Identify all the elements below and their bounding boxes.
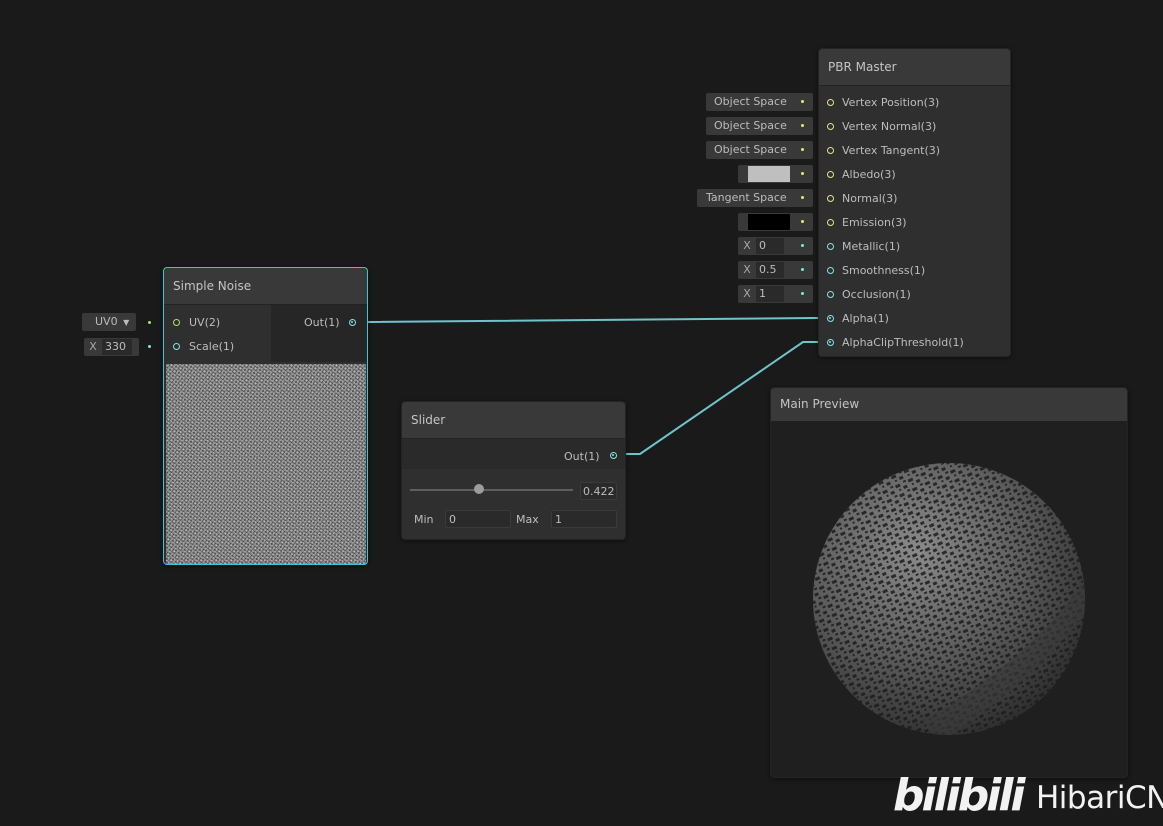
axis-label: X bbox=[743, 263, 751, 276]
slider-node[interactable]: Slider Out(1) 0.422 Min 0 Max 1 bbox=[401, 401, 626, 540]
uv-connector-dot bbox=[148, 321, 151, 324]
vertex-normal-space-field[interactable]: Object Space bbox=[706, 117, 813, 135]
scale-value-field[interactable]: X 330 bbox=[84, 338, 139, 356]
occlusion-connector-dot bbox=[801, 292, 804, 295]
metallic-connector-dot bbox=[801, 244, 804, 247]
min-label: Min bbox=[414, 513, 434, 526]
preview-viewport[interactable] bbox=[771, 421, 1127, 777]
smoothness-port[interactable] bbox=[827, 267, 834, 274]
smoothness-connector-dot bbox=[801, 268, 804, 271]
wire-noise-to-alpha bbox=[356, 317, 830, 323]
occlusion-label: Occlusion(1) bbox=[842, 288, 911, 301]
max-value: 1 bbox=[555, 513, 562, 526]
occlusion-value[interactable]: 1 bbox=[756, 286, 784, 302]
normal-port[interactable] bbox=[827, 195, 834, 202]
normal-space-field[interactable]: Tangent Space bbox=[697, 189, 813, 207]
bilibili-logo: bilibili bbox=[893, 770, 1025, 821]
uv-port[interactable] bbox=[173, 319, 180, 326]
vertex-tangent-space-field[interactable]: Object Space bbox=[706, 141, 813, 159]
vertex-tangent-port[interactable] bbox=[827, 147, 834, 154]
max-value-field[interactable]: 1 bbox=[551, 510, 617, 528]
smoothness-value[interactable]: 0.5 bbox=[756, 262, 784, 278]
uv-label: UV(2) bbox=[189, 316, 221, 329]
input-section bbox=[164, 305, 270, 362]
axis-label: X bbox=[743, 239, 751, 252]
noise-preview-image bbox=[166, 364, 366, 564]
scale-port[interactable] bbox=[173, 343, 180, 350]
emission-color-swatch[interactable] bbox=[748, 214, 790, 230]
pbr-master-title: PBR Master bbox=[819, 49, 1010, 86]
max-label: Max bbox=[516, 513, 539, 526]
axis-label: X bbox=[89, 340, 97, 353]
uv-channel-dropdown[interactable]: UV0 ▼ bbox=[82, 313, 136, 331]
alpha-port[interactable] bbox=[827, 315, 834, 322]
vertex-normal-connector-dot bbox=[801, 124, 804, 127]
slider-track[interactable] bbox=[410, 489, 573, 491]
simple-noise-node[interactable]: Simple Noise UV(2) Scale(1) Out(1) bbox=[163, 267, 368, 565]
simple-noise-title: Simple Noise bbox=[164, 268, 367, 305]
watermark: bilibili HibariCN bbox=[893, 770, 1163, 821]
min-value: 0 bbox=[449, 513, 456, 526]
vertex-position-port[interactable] bbox=[827, 99, 834, 106]
dropdown-arrow-icon: ▼ bbox=[123, 318, 130, 327]
vertex-normal-port[interactable] bbox=[827, 123, 834, 130]
alpha-clip-threshold-label: AlphaClipThreshold(1) bbox=[842, 336, 964, 349]
pbr-master-node[interactable]: PBR Master Vertex Position(3) Vertex Nor… bbox=[818, 48, 1011, 357]
axis-label: X bbox=[743, 287, 751, 300]
albedo-connector-dot bbox=[801, 172, 804, 175]
vertex-normal-label: Vertex Normal(3) bbox=[842, 120, 937, 133]
albedo-color-swatch[interactable] bbox=[748, 166, 790, 182]
noise-output-port[interactable] bbox=[349, 319, 356, 326]
alpha-label: Alpha(1) bbox=[842, 312, 889, 325]
slider-value: 0.422 bbox=[583, 485, 615, 498]
slider-output-label: Out(1) bbox=[564, 450, 600, 463]
emission-connector-dot bbox=[801, 220, 804, 223]
slider-title: Slider bbox=[402, 402, 625, 439]
emission-port[interactable] bbox=[827, 219, 834, 226]
vertex-position-connector-dot bbox=[801, 100, 804, 103]
emission-label: Emission(3) bbox=[842, 216, 907, 229]
vertex-tangent-label: Vertex Tangent(3) bbox=[842, 144, 941, 157]
noise-output-label: Out(1) bbox=[304, 316, 340, 329]
albedo-port[interactable] bbox=[827, 171, 834, 178]
scale-connector-dot bbox=[148, 345, 151, 348]
slider-value-field[interactable]: 0.422 bbox=[580, 482, 617, 500]
metallic-port[interactable] bbox=[827, 243, 834, 250]
slider-thumb[interactable] bbox=[473, 484, 484, 494]
vertex-position-space-field[interactable]: Object Space bbox=[706, 93, 813, 111]
albedo-label: Albedo(3) bbox=[842, 168, 896, 181]
metallic-label: Metallic(1) bbox=[842, 240, 901, 253]
vertex-tangent-connector-dot bbox=[801, 148, 804, 151]
normal-connector-dot bbox=[801, 196, 804, 199]
smoothness-label: Smoothness(1) bbox=[842, 264, 926, 277]
scale-value[interactable]: 330 bbox=[102, 339, 132, 355]
metallic-value[interactable]: 0 bbox=[756, 238, 784, 254]
preview-sphere bbox=[813, 463, 1085, 735]
vertex-position-label: Vertex Position(3) bbox=[842, 96, 940, 109]
min-value-field[interactable]: 0 bbox=[445, 510, 511, 528]
uv-channel-value: UV0 bbox=[95, 315, 118, 328]
output-section bbox=[271, 305, 367, 362]
alpha-clip-threshold-port[interactable] bbox=[827, 339, 834, 346]
normal-label: Normal(3) bbox=[842, 192, 898, 205]
occlusion-port[interactable] bbox=[827, 291, 834, 298]
main-preview-panel[interactable]: Main Preview bbox=[770, 387, 1128, 778]
main-preview-title: Main Preview bbox=[771, 388, 1127, 422]
scale-label: Scale(1) bbox=[189, 340, 235, 353]
slider-output-port[interactable] bbox=[610, 452, 617, 459]
watermark-name: HibariCN bbox=[1035, 780, 1163, 816]
